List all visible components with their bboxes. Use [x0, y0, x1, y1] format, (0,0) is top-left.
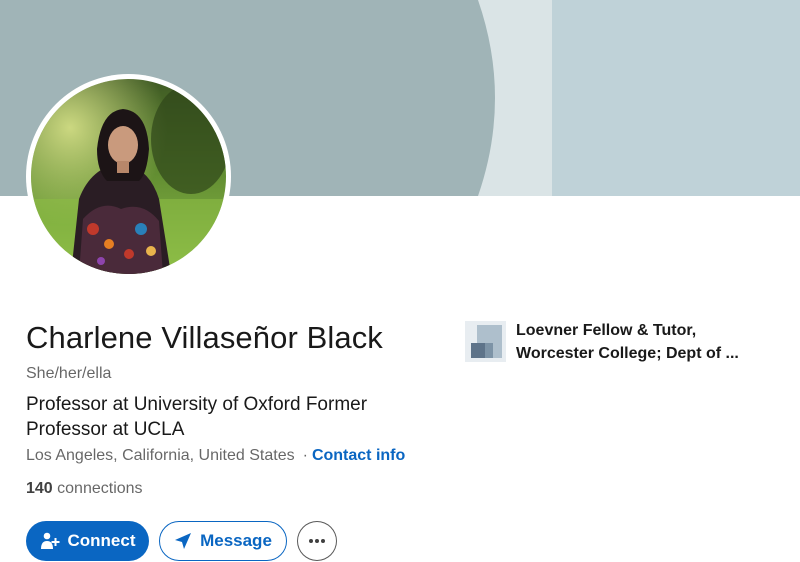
contact-info-link[interactable]: Contact info	[312, 447, 405, 464]
connections-count[interactable]: 140 connections	[26, 480, 143, 498]
organization-logo	[465, 321, 506, 362]
profile-photo-frame[interactable]	[26, 74, 231, 279]
position-line-2: Worcester College; Dept of ...	[516, 345, 739, 362]
connect-label: Connect	[67, 531, 136, 550]
profile-actions: Connect Message	[26, 521, 337, 561]
position-line-1: Loevner Fellow & Tutor,	[516, 322, 697, 339]
connect-button[interactable]: Connect	[26, 521, 149, 561]
position-text: Loevner Fellow & Tutor, Worcester Colleg…	[516, 319, 766, 365]
connections-label: connections	[57, 480, 143, 497]
profile-headline: Professor at University of Oxford Former…	[26, 394, 368, 440]
location-text: Los Angeles, California, United States	[26, 447, 295, 464]
more-actions-button[interactable]	[297, 521, 337, 561]
location-separator: ·	[302, 447, 308, 464]
send-icon	[174, 532, 192, 550]
profile-photo[interactable]	[31, 79, 226, 274]
current-position[interactable]: Loevner Fellow & Tutor, Worcester Colleg…	[465, 321, 766, 365]
message-button[interactable]: Message	[159, 521, 287, 561]
ellipsis-icon	[308, 538, 326, 544]
profile-name: Charlene Villaseñor Black	[26, 320, 383, 355]
message-label: Message	[200, 531, 272, 550]
add-person-icon	[40, 531, 60, 551]
pronouns: She/her/ella	[26, 365, 112, 382]
location-row: Los Angeles, California, United States · C…	[26, 447, 405, 465]
connections-number: 140	[26, 480, 53, 497]
